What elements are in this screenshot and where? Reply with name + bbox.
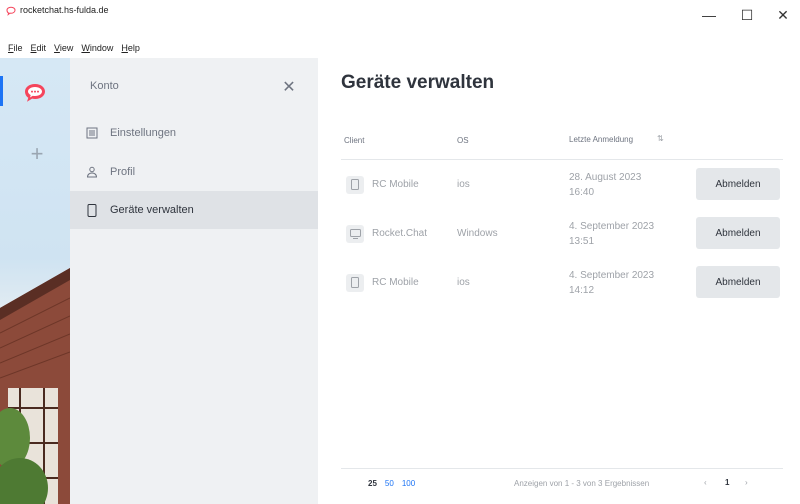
table-row: RC Mobile ios 4. September 2023 14:12 Ab… <box>341 258 783 307</box>
table-row: Rocket.Chat Windows 4. September 2023 13… <box>341 209 783 258</box>
devices-table: Client OS Letzte Anmeldung ⇅ RC Mobile i… <box>341 120 783 307</box>
sort-icon[interactable]: ⇅ <box>657 134 664 143</box>
background-building-image <box>0 268 70 504</box>
account-sidebar: Konto ✕ Einstellungen Profil Geräte verw… <box>70 58 318 504</box>
menu-edit[interactable]: Edit <box>31 43 47 55</box>
menu-file[interactable]: File <box>8 43 23 55</box>
window-titlebar: rocketchat.hs-fulda.de — ☐ ✕ <box>0 0 800 40</box>
sidebar-title: Konto <box>90 80 119 92</box>
device-os: Windows <box>457 228 498 239</box>
previous-page-button[interactable]: ‹ <box>704 478 707 487</box>
sidebar-item-einstellungen[interactable]: Einstellungen <box>70 114 318 152</box>
sidebar-item-label: Profil <box>110 166 136 178</box>
table-row: RC Mobile ios 28. August 2023 16:40 Abme… <box>341 160 783 209</box>
current-page[interactable]: 1 <box>725 478 729 487</box>
device-last-login: 4. September 2023 14:12 <box>569 269 655 296</box>
device-client: Rocket.Chat <box>372 228 428 239</box>
server-button-rocketchat[interactable] <box>22 80 48 106</box>
logout-device-button[interactable]: Abmelden <box>696 168 780 200</box>
device-last-login: 28. August 2023 16:40 <box>569 171 642 198</box>
column-header-client[interactable]: Client <box>344 120 364 160</box>
device-os: ios <box>457 277 470 288</box>
menu-window[interactable]: Window <box>81 43 113 55</box>
active-server-indicator <box>0 76 3 106</box>
menubar: File Edit View Window Help <box>8 43 140 55</box>
logout-device-button[interactable]: Abmelden <box>696 266 780 298</box>
settings-list-icon <box>84 125 100 141</box>
page-size-25[interactable]: 25 <box>368 479 377 488</box>
sidebar-item-label: Einstellungen <box>110 127 177 139</box>
add-server-button[interactable]: + <box>27 143 47 165</box>
menu-view[interactable]: View <box>54 43 73 55</box>
page-size-50[interactable]: 50 <box>385 479 394 488</box>
page-size-selector: 25 50 100 <box>368 479 415 488</box>
maximize-button[interactable]: ☐ <box>730 4 764 26</box>
table-header: Client OS Letzte Anmeldung ⇅ <box>341 120 783 160</box>
device-client-cell: Rocket.Chat <box>346 209 427 258</box>
results-range: Anzeigen von 1 - 3 von 3 Ergebnissen <box>514 479 650 488</box>
mobile-icon <box>346 273 364 292</box>
mobile-icon <box>84 202 100 218</box>
sidebar-item-geraete-verwalten[interactable]: Geräte verwalten <box>70 191 318 229</box>
window-title: rocketchat.hs-fulda.de <box>20 5 109 15</box>
mobile-icon <box>346 175 364 194</box>
rocketchat-logo-icon <box>6 6 16 16</box>
menu-help[interactable]: Help <box>121 43 140 55</box>
device-client-cell: RC Mobile <box>346 160 419 209</box>
desktop-icon <box>346 224 364 243</box>
logout-device-button[interactable]: Abmelden <box>696 217 780 249</box>
page-title: Geräte verwalten <box>341 72 495 93</box>
user-icon <box>84 164 100 180</box>
sidebar-item-profil[interactable]: Profil <box>70 153 318 191</box>
page-size-100[interactable]: 100 <box>402 479 415 488</box>
minimize-button[interactable]: — <box>692 4 726 26</box>
column-header-os[interactable]: OS <box>457 120 469 160</box>
close-window-button[interactable]: ✕ <box>766 4 800 26</box>
main-content: Geräte verwalten Client OS Letzte Anmeld… <box>318 58 800 504</box>
column-header-last-login[interactable]: Letzte Anmeldung <box>569 120 639 160</box>
sidebar-close-button[interactable]: ✕ <box>276 74 302 100</box>
pagination: 25 50 100 Anzeigen von 1 - 3 von 3 Ergeb… <box>341 468 783 498</box>
device-client: RC Mobile <box>372 179 419 190</box>
device-last-login: 4. September 2023 13:51 <box>569 220 655 247</box>
server-rail: + <box>0 58 70 504</box>
device-os: ios <box>457 179 470 190</box>
device-client-cell: RC Mobile <box>346 258 419 307</box>
next-page-button[interactable]: › <box>745 478 748 487</box>
rocketchat-server-icon <box>25 84 45 102</box>
sidebar-item-label: Geräte verwalten <box>110 204 194 216</box>
device-client: RC Mobile <box>372 277 419 288</box>
